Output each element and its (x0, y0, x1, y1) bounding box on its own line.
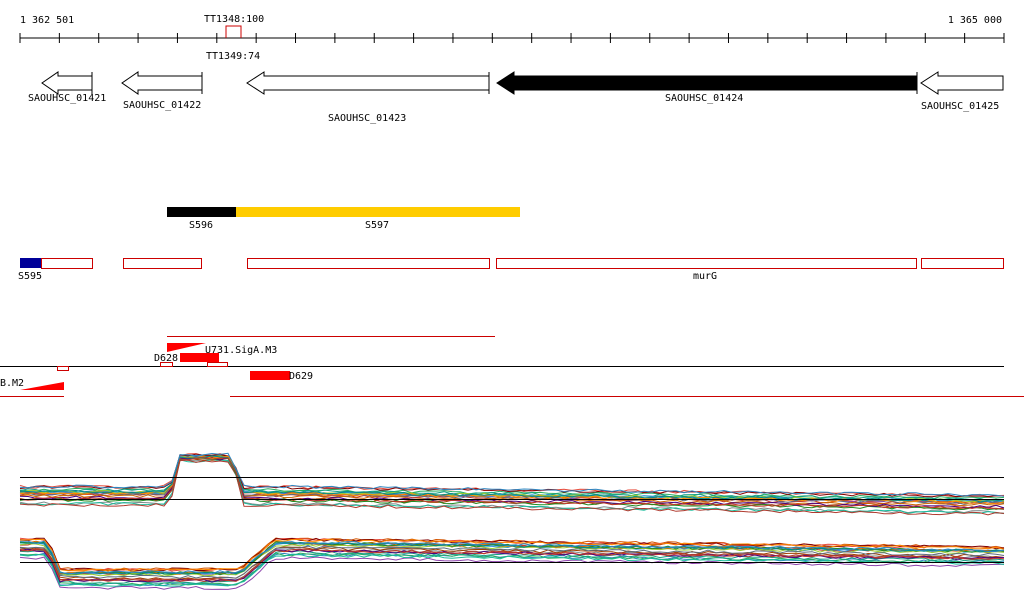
tss-triangle-sig[interactable] (167, 343, 206, 352)
operon-box[interactable] (921, 258, 1004, 269)
operon-box[interactable] (247, 258, 490, 269)
expression-trace (19, 548, 1005, 583)
tss-marker[interactable] (57, 366, 69, 371)
tss-block-d628[interactable] (180, 353, 219, 362)
srna-label: S595 (18, 271, 42, 282)
gene-arrow-saouhsc-01424[interactable]: SAOUHSC_01424 (496, 71, 918, 104)
terminator-top-label: TT1348:100 (204, 14, 264, 25)
srna-label: S597 (365, 220, 389, 231)
srna-s595[interactable]: S595 (18, 258, 42, 282)
expression-trace (19, 455, 1005, 505)
ruler-start-label: 1 362 501 (20, 15, 74, 26)
gene-label: SAOUHSC_01421 (28, 93, 106, 104)
operon-box[interactable] (123, 258, 202, 269)
operon-track: S595 murG (18, 258, 1004, 282)
operon-label: murG (693, 271, 717, 282)
expression-panel-upper (19, 452, 1005, 516)
tss-block-d629[interactable] (250, 371, 290, 380)
gene-arrow-saouhsc-01422[interactable]: SAOUHSC_01422 (121, 71, 203, 111)
gene-label: SAOUHSC_01425 (921, 101, 999, 112)
tss-label-left: B.M2 (0, 378, 24, 389)
expression-trace (19, 456, 1005, 505)
tss-triangle-left[interactable] (20, 382, 64, 390)
gene-label: SAOUHSC_01424 (665, 93, 743, 104)
srna-track: S596 S597 (167, 207, 520, 231)
coordinate-ruler: 1 362 501 1 365 000 (19, 15, 1005, 43)
terminator-bottom-label: TT1349:74 (206, 51, 260, 62)
ruler-end-label: 1 365 000 (948, 15, 1002, 26)
srna-s596[interactable]: S596 (167, 207, 236, 231)
genome-browser-view: 1 362 501 1 365 000 TT1348:100 TT1349:74… (0, 14, 1024, 590)
gene-label: SAOUHSC_01423 (328, 113, 406, 124)
srna-s597[interactable]: S597 (236, 207, 520, 231)
expression-panel-lower (19, 537, 1005, 590)
gene-arrow-saouhsc-01421[interactable]: SAOUHSC_01421 (28, 71, 106, 104)
gene-arrow-saouhsc-01423[interactable]: SAOUHSC_01423 (246, 71, 490, 124)
operon-box-murg[interactable] (496, 258, 917, 269)
operon-box[interactable] (41, 258, 93, 269)
gene-arrow-saouhsc-01425[interactable]: SAOUHSC_01425 (920, 71, 1004, 112)
srna-label: S596 (189, 220, 213, 231)
gene-track: SAOUHSC_01421 SAOUHSC_01422 SAOUHSC_0142… (28, 71, 1004, 124)
tss-marker[interactable] (207, 362, 228, 367)
tss-track: U731.SigA.M3 D628 D629 B.M2 (0, 336, 1024, 397)
gene-label: SAOUHSC_01422 (123, 100, 201, 111)
tss-label-d629: D629 (289, 371, 313, 382)
